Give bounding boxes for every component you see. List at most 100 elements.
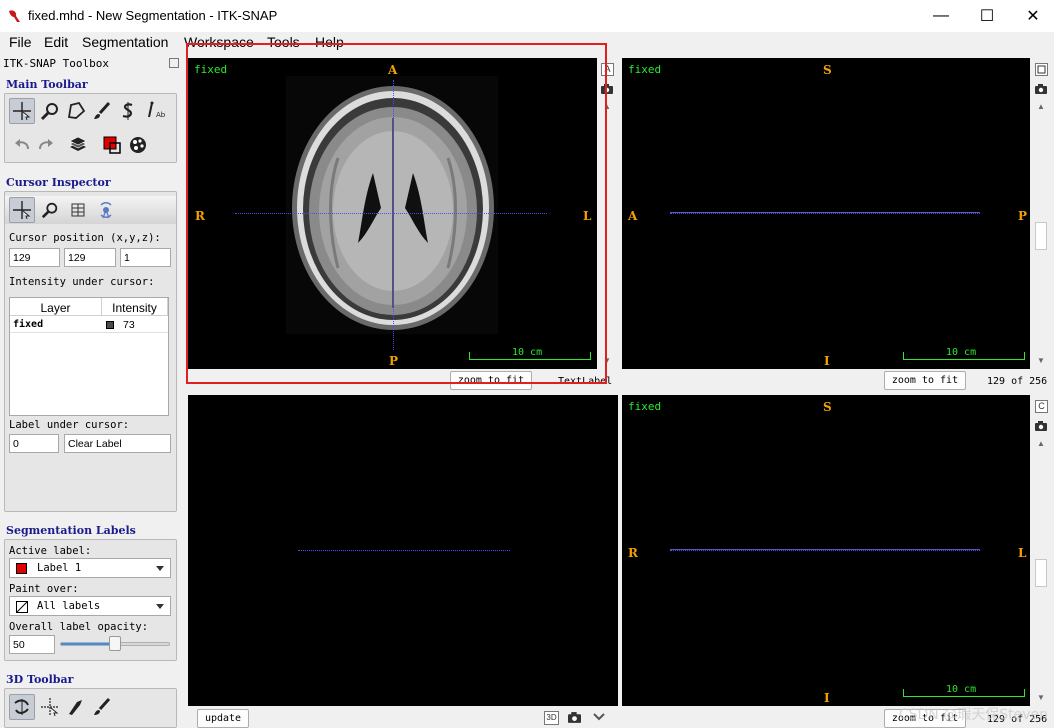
undock-icon[interactable] xyxy=(169,58,179,68)
menu-edit[interactable]: Edit xyxy=(44,34,68,50)
inspector-grid-icon[interactable] xyxy=(65,197,91,223)
threed-slice-line xyxy=(298,550,510,551)
seg-labels-title: Segmentation Labels xyxy=(6,524,136,537)
coronal-orient-right: L xyxy=(1018,546,1027,560)
rotate-3d-icon[interactable] xyxy=(9,694,35,720)
opacity-slider-thumb[interactable] xyxy=(109,636,121,651)
active-label-label: Active label: xyxy=(9,545,92,557)
window-title: fixed.mhd - New Segmentation - ITK-SNAP xyxy=(28,8,278,23)
minimize-button[interactable]: — xyxy=(918,0,964,32)
crosshair-tool-icon[interactable] xyxy=(9,98,35,124)
intensity-table: Layer Intensity fixed 73 xyxy=(9,297,169,416)
opacity-label: Overall label opacity: xyxy=(9,621,149,633)
btn-3d[interactable]: 3D xyxy=(544,711,559,725)
sagittal-orient-bottom: I xyxy=(824,354,830,368)
sagittal-scrollbar[interactable]: ▲ ▼ xyxy=(1034,58,1048,369)
coronal-scale-text: 10 cm xyxy=(946,684,977,695)
chevron-down-icon[interactable] xyxy=(593,713,605,721)
sagittal-scale-text: 10 cm xyxy=(946,347,977,358)
chevron-down-icon xyxy=(156,604,164,609)
snake-tool-icon[interactable] xyxy=(115,98,141,124)
close-button[interactable]: ✕ xyxy=(1010,0,1054,32)
paint-over-label: Paint over: xyxy=(9,583,79,595)
chevron-down-icon xyxy=(156,566,164,571)
sagittal-orient-right: P xyxy=(1018,209,1028,223)
watermark-text: CSDN @瑕天保Steven xyxy=(898,707,1048,723)
maximize-button[interactable]: ☐ xyxy=(964,0,1010,32)
toolbar3d-title: 3D Toolbar xyxy=(6,673,74,686)
coronal-scroll-thumb[interactable] xyxy=(1035,559,1047,587)
active-label-value: Label 1 xyxy=(37,562,82,574)
paintbrush-tool-icon[interactable] xyxy=(89,98,115,124)
menu-file[interactable]: File xyxy=(9,34,32,50)
sagittal-scroll-thumb[interactable] xyxy=(1035,222,1047,250)
paint-over-select[interactable]: All labels xyxy=(9,596,171,616)
coronal-scrollbar[interactable]: C ▲ ▼ xyxy=(1034,395,1048,706)
sagittal-crosshair xyxy=(670,213,980,214)
sagittal-orient-top: S xyxy=(823,63,832,77)
inspector-sync-icon[interactable] xyxy=(93,197,119,223)
seg-labels-panel: Active label: Label 1 Paint over: All la… xyxy=(4,539,177,661)
coronal-orient-top: S xyxy=(823,400,832,414)
sagittal-layer-label: fixed xyxy=(628,63,662,76)
undo-icon[interactable] xyxy=(9,132,35,158)
coronal-orient-bottom: I xyxy=(824,691,830,705)
table-header-layer: Layer xyxy=(10,298,102,316)
update-button[interactable]: update xyxy=(197,709,249,728)
scroll-down-icon[interactable]: ▼ xyxy=(1037,693,1045,702)
title-bar: fixed.mhd - New Segmentation - ITK-SNAP … xyxy=(0,0,1054,32)
sagittal-view[interactable]: fixed S I A P 10 cm xyxy=(622,58,1030,369)
palette-icon[interactable] xyxy=(125,132,151,158)
menu-segmentation[interactable]: Segmentation xyxy=(82,34,168,50)
label-name-field[interactable]: Clear Label xyxy=(64,434,171,453)
scalpel-icon[interactable] xyxy=(63,694,89,720)
label-under-cursor-label: Label under cursor: xyxy=(9,419,130,431)
table-header-intensity: Intensity xyxy=(102,298,168,316)
paint-over-value: All labels xyxy=(37,600,101,612)
camera-icon[interactable] xyxy=(1035,421,1047,431)
camera-icon[interactable] xyxy=(1035,84,1047,94)
coronal-layout-button[interactable]: C xyxy=(1035,400,1048,413)
inspector-crosshair-icon[interactable] xyxy=(9,197,35,223)
scroll-up-icon[interactable]: ▲ xyxy=(1037,439,1045,448)
sagittal-orient-left: A xyxy=(628,209,638,223)
active-label-swatch xyxy=(16,563,27,574)
opacity-slider-fill xyxy=(61,643,116,645)
camera-icon[interactable] xyxy=(568,712,581,723)
cursor-inspector-title: Cursor Inspector xyxy=(6,176,111,189)
polygon-tool-icon[interactable] xyxy=(63,98,89,124)
redo-icon[interactable] xyxy=(33,132,59,158)
annotation-tool-icon[interactable]: Ab xyxy=(143,98,169,124)
crosshair-3d-icon[interactable] xyxy=(37,694,63,720)
spray-paint-icon[interactable] xyxy=(89,694,115,720)
coronal-layer-label: fixed xyxy=(628,400,662,413)
toolbox-title: ITK-SNAP Toolbox xyxy=(3,57,109,70)
main-toolbar-panel: Ab xyxy=(4,93,177,163)
coronal-orient-left: R xyxy=(628,546,638,560)
coronal-view[interactable]: fixed S I R L 10 cm xyxy=(622,395,1030,706)
row-layer: fixed xyxy=(13,319,44,330)
svg-text:Ab: Ab xyxy=(156,111,166,119)
intensity-swatch xyxy=(106,321,114,329)
label-id-field[interactable]: 0 xyxy=(9,434,59,453)
coronal-crosshair xyxy=(670,550,980,551)
threed-view[interactable] xyxy=(188,395,618,706)
active-label-select[interactable]: Label 1 xyxy=(9,558,171,578)
cursor-z-field[interactable]: 1 xyxy=(120,248,171,267)
inspector-zoom-icon[interactable] xyxy=(37,197,63,223)
row-intensity: 73 xyxy=(123,319,135,331)
sagittal-slice-text: 129 of 256 xyxy=(987,376,1048,387)
itk-snap-logo-icon xyxy=(9,10,20,22)
zoom-tool-icon[interactable] xyxy=(37,98,63,124)
label-color-icon[interactable] xyxy=(99,132,125,158)
scroll-up-icon[interactable]: ▲ xyxy=(1037,102,1045,111)
cursor-x-field[interactable]: 129 xyxy=(9,248,60,267)
sagittal-layout-button[interactable] xyxy=(1035,63,1048,76)
cursor-y-field[interactable]: 129 xyxy=(64,248,116,267)
table-row[interactable]: fixed 73 xyxy=(10,317,168,333)
scroll-down-icon[interactable]: ▼ xyxy=(1037,356,1045,365)
opacity-field[interactable]: 50 xyxy=(9,635,55,654)
main-toolbar-title: Main Toolbar xyxy=(6,78,88,91)
layers-icon[interactable] xyxy=(65,132,91,158)
sagittal-zoom-button[interactable]: zoom to fit xyxy=(884,371,966,390)
